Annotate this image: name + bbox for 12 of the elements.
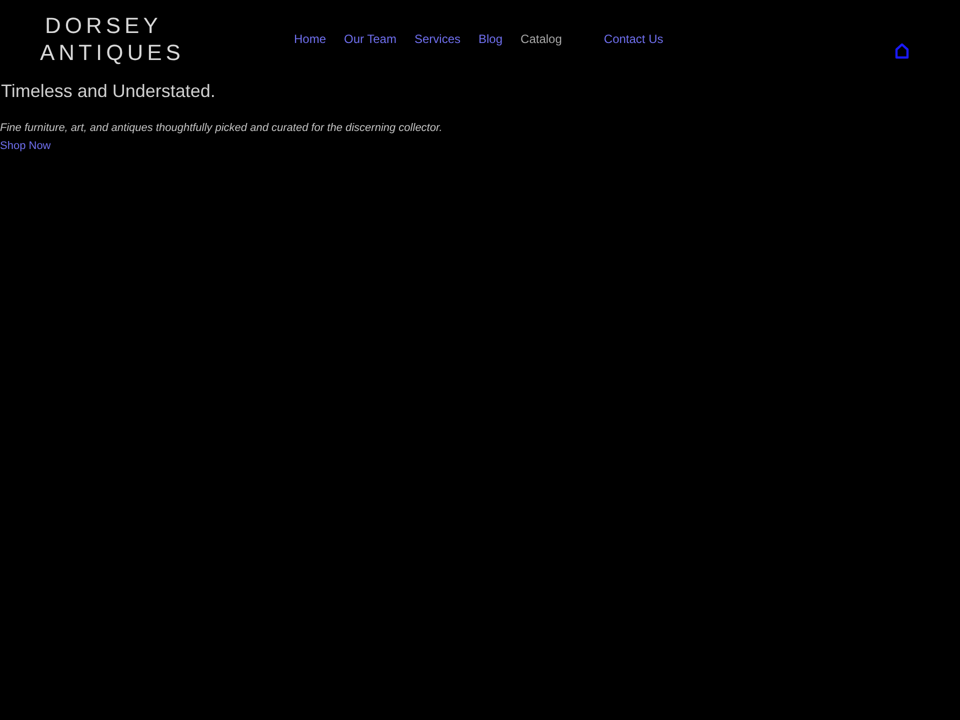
hero-heading: Timeless and Understated. [1,80,216,102]
logo-text: ANTIQUES [40,39,184,66]
nav-link[interactable]: Our Team [344,32,396,47]
nav-link[interactable]: Services [414,32,460,47]
nav-link[interactable]: Contact Us [604,32,664,47]
house-icon[interactable] [895,43,909,59]
logo-text: DORSEY [45,12,162,39]
hero-tagline: Fine furniture, art, and antiques thoughtfully picked and curated for the discerning collector. [0,121,442,135]
nav-link[interactable]: Home [294,32,326,47]
nav-link[interactable]: Catalog [520,32,562,47]
shop-now-link[interactable]: Shop Now [0,139,51,153]
nav-link[interactable]: Blog [478,32,503,47]
